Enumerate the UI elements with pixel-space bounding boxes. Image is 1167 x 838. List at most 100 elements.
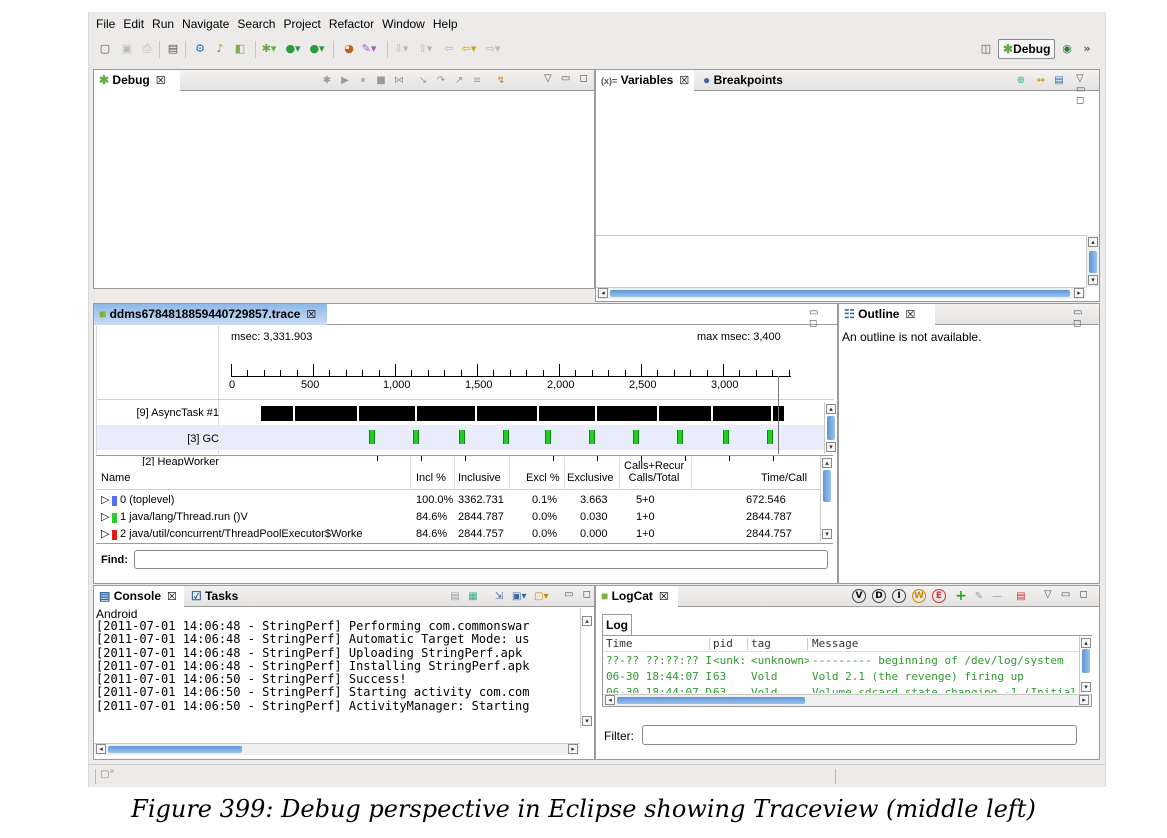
- new-xml-file-icon[interactable]: ◧: [232, 41, 248, 57]
- verbose-filter-icon[interactable]: V: [852, 589, 866, 603]
- scroll-left-icon[interactable]: ◂: [598, 288, 608, 298]
- terminate-icon[interactable]: ■: [374, 74, 388, 87]
- gc-event[interactable]: [503, 430, 509, 444]
- menu-refactor[interactable]: Refactor: [329, 17, 374, 35]
- expand-icon[interactable]: ▷: [101, 509, 109, 526]
- close-icon[interactable]: ☒: [306, 309, 316, 321]
- scroll-thumb[interactable]: [1082, 649, 1090, 673]
- drop-to-frame-icon[interactable]: ≡: [470, 74, 484, 87]
- display-console-icon[interactable]: ▣▾: [512, 590, 526, 603]
- col-excl-pct[interactable]: Excl %: [526, 472, 560, 484]
- scroll-thumb[interactable]: [827, 416, 835, 440]
- scroll-down-icon[interactable]: ▾: [822, 529, 832, 539]
- filter-input[interactable]: [642, 725, 1077, 745]
- tab-breakpoints[interactable]: ● Breakpoints: [698, 70, 791, 91]
- min-max-buttons[interactable]: ▭ ◻: [564, 589, 594, 600]
- new-android-project-icon[interactable]: ⚙: [192, 41, 208, 57]
- variables-hscrollbar[interactable]: ◂ ▸: [596, 287, 1086, 299]
- view-menu-icon[interactable]: ▤: [1052, 74, 1066, 87]
- menu-file[interactable]: File: [96, 17, 115, 35]
- open-perspective-icon[interactable]: ◫: [978, 41, 994, 57]
- more-perspectives-icon[interactable]: »: [1079, 41, 1095, 57]
- table-vscroll[interactable]: ▴ ▾: [820, 456, 833, 541]
- col-calls[interactable]: Calls+Recur Calls/Total: [624, 460, 684, 484]
- new-icon[interactable]: ▢: [97, 41, 113, 57]
- step-over-icon[interactable]: ↷: [434, 74, 448, 87]
- time-cursor[interactable]: [778, 376, 779, 454]
- scroll-up-icon[interactable]: ▴: [826, 404, 836, 414]
- gc-event[interactable]: [723, 430, 729, 444]
- gc-event[interactable]: [369, 430, 375, 444]
- asynctask-track[interactable]: [261, 406, 784, 421]
- gc-event[interactable]: [633, 430, 639, 444]
- gc-event[interactable]: [677, 430, 683, 444]
- gc-event[interactable]: [413, 430, 419, 444]
- tab-variables[interactable]: (x)= Variables ☒: [596, 70, 694, 91]
- logcat-row[interactable]: 06-30 18:44:07 D 63 Vold Volume sdcard stat…: [603, 685, 1079, 693]
- scroll-up-icon[interactable]: ▴: [582, 616, 592, 626]
- menu-navigate[interactable]: Navigate: [182, 17, 229, 35]
- col-inclusive[interactable]: Inclusive: [458, 472, 501, 484]
- scroll-thumb[interactable]: [823, 470, 831, 502]
- open-type-icon[interactable]: ◕: [341, 41, 357, 57]
- logcat-vscroll[interactable]: ▴ ▾: [1079, 636, 1092, 694]
- tab-logcat[interactable]: ■ LogCat ☒: [596, 586, 678, 607]
- timeline-vscroll[interactable]: ▴ ▾: [824, 402, 837, 454]
- log-subtab[interactable]: Log: [602, 614, 632, 636]
- debug-filter-icon[interactable]: D: [872, 589, 886, 603]
- console-hscroll[interactable]: ◂ ▸: [94, 743, 580, 755]
- col-message[interactable]: Message: [812, 636, 858, 651]
- menu-window[interactable]: Window: [382, 17, 425, 35]
- scroll-thumb[interactable]: [108, 746, 242, 753]
- tab-tasks[interactable]: ☑ Tasks: [186, 586, 246, 607]
- close-icon[interactable]: ☒: [156, 75, 166, 87]
- tab-trace-file[interactable]: ■ ddms6784818859440729857.trace ☒: [94, 304, 327, 325]
- col-time-call[interactable]: Time/Call: [761, 472, 807, 484]
- menu-search[interactable]: Search: [237, 17, 275, 35]
- step-return-icon[interactable]: ↗: [452, 74, 466, 87]
- scroll-right-icon[interactable]: ▸: [568, 744, 578, 754]
- scroll-up-icon[interactable]: ▴: [1081, 638, 1091, 648]
- tab-debug[interactable]: ✱ Debug ☒: [94, 70, 180, 91]
- save-icon[interactable]: ▣: [119, 41, 135, 57]
- show-type-names-icon[interactable]: ⊕: [1014, 74, 1028, 87]
- run-icon[interactable]: ●▾: [285, 41, 301, 57]
- logcat-row[interactable]: 06-30 18:44:07 I 63 Vold Vold 2.1 (the reve…: [603, 669, 1079, 685]
- last-edit-icon[interactable]: ⇦: [441, 41, 457, 57]
- expand-icon[interactable]: ▷: [101, 526, 109, 543]
- print-icon[interactable]: ⎙: [139, 41, 155, 57]
- previous-annotation-icon[interactable]: ⇧▾: [417, 41, 433, 57]
- table-row[interactable]: ▷ 1 java/lang/Thread.run ()V 84.6% 2844.787…: [96, 509, 820, 526]
- scroll-right-icon[interactable]: ▸: [1079, 695, 1089, 705]
- open-console-icon[interactable]: ▢▾: [534, 590, 548, 603]
- console-vscroll[interactable]: ▴ ▾: [580, 608, 593, 728]
- view-menu-min-max[interactable]: ▽ ▭ ◻: [544, 73, 591, 84]
- close-icon[interactable]: ☒: [679, 75, 689, 87]
- scroll-down-icon[interactable]: ▾: [1081, 682, 1091, 692]
- collapse-all-icon[interactable]: ⇔: [1034, 74, 1048, 87]
- scroll-thumb[interactable]: [1089, 251, 1097, 273]
- scroll-thumb[interactable]: [610, 290, 1070, 297]
- col-incl-pct[interactable]: Incl %: [416, 472, 446, 484]
- android-sdk-icon[interactable]: ▤: [165, 41, 181, 57]
- resume-icon[interactable]: ▶: [338, 74, 352, 87]
- close-icon[interactable]: ☒: [905, 309, 915, 321]
- scroll-down-icon[interactable]: ▾: [1088, 275, 1098, 285]
- info-filter-icon[interactable]: I: [892, 589, 906, 603]
- col-exclusive[interactable]: Exclusive: [567, 472, 613, 484]
- gc-event[interactable]: [589, 430, 595, 444]
- scroll-down-icon[interactable]: ▾: [582, 716, 592, 726]
- scroll-right-icon[interactable]: ▸: [1074, 288, 1084, 298]
- tab-outline[interactable]: ☷ Outline ☒: [839, 304, 935, 325]
- clear-console-icon[interactable]: ▤: [448, 590, 462, 603]
- next-annotation-icon[interactable]: ⇩▾: [393, 41, 409, 57]
- table-row[interactable]: ▷ 2 java/util/concurrent/ThreadPoolExecut…: [96, 526, 820, 543]
- search-icon[interactable]: ✎▾: [361, 41, 377, 57]
- error-filter-icon[interactable]: E: [932, 589, 946, 603]
- scroll-down-icon[interactable]: ▾: [826, 442, 836, 452]
- logcat-row[interactable]: ??-?? ??:??:?? I <unk: <unknown> --------- …: [603, 653, 1079, 669]
- new-java-class-icon[interactable]: ♪: [212, 41, 228, 57]
- gc-event[interactable]: [459, 430, 465, 444]
- table-row[interactable]: ▷ 0 (toplevel) 100.0% 3362.731 0.1% 3.663 5+0 6…: [96, 492, 820, 509]
- min-max-buttons[interactable]: ▭ ◻: [1073, 307, 1099, 329]
